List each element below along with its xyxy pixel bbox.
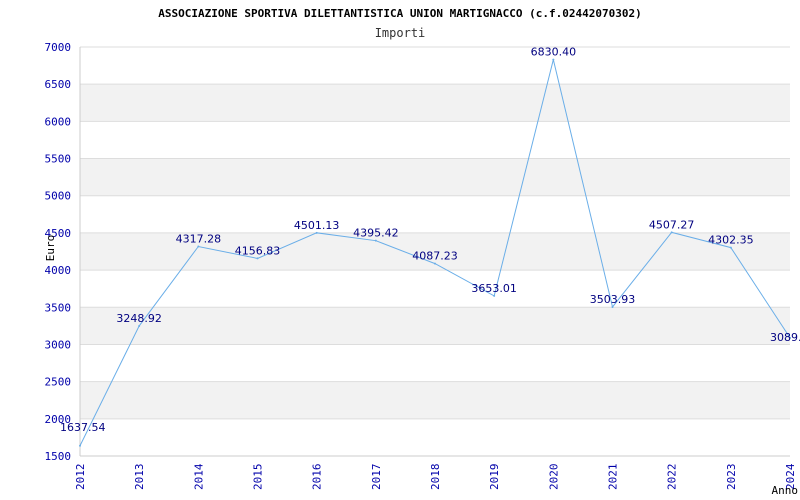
y-tick-label: 3000 bbox=[45, 338, 72, 351]
x-tick-label: 2019 bbox=[488, 464, 501, 490]
y-tick-label: 2500 bbox=[45, 376, 72, 389]
data-point bbox=[256, 257, 259, 260]
y-tick-label: 3500 bbox=[45, 301, 72, 314]
grid-band bbox=[80, 84, 790, 122]
data-label: 4507.27 bbox=[649, 218, 695, 231]
x-tick-label: 2021 bbox=[607, 464, 620, 491]
grid-band bbox=[80, 307, 790, 345]
data-point bbox=[138, 324, 141, 327]
data-point bbox=[79, 444, 81, 447]
y-tick-label: 7000 bbox=[45, 41, 72, 54]
grid-band bbox=[80, 381, 790, 419]
data-label: 6830.40 bbox=[531, 46, 577, 59]
chart-title: ASSOCIAZIONE SPORTIVA DILETTANTISTICA UN… bbox=[158, 7, 641, 20]
x-tick-label: 2022 bbox=[666, 464, 679, 491]
x-axis-ticks: 2012 2013 2014 2015 2016 2017 2018 2019 2020 2021… bbox=[74, 463, 797, 490]
data-point bbox=[729, 246, 732, 249]
data-label: 4156.83 bbox=[235, 244, 281, 257]
x-tick-label: 2013 bbox=[133, 464, 146, 491]
data-label: 1637.54 bbox=[60, 421, 106, 434]
y-axis-label: Euro bbox=[44, 235, 57, 262]
x-tick-label: 2015 bbox=[252, 464, 265, 491]
line-chart: 1500200025003000350040004500500055006000… bbox=[44, 7, 800, 497]
data-label: 4317.28 bbox=[176, 232, 222, 245]
x-tick-label: 2023 bbox=[725, 464, 738, 491]
y-tick-label: 5500 bbox=[45, 153, 72, 166]
x-tick-label: 2017 bbox=[370, 464, 383, 491]
data-label: 4087.23 bbox=[412, 250, 458, 263]
y-tick-label: 6000 bbox=[45, 115, 72, 128]
data-point bbox=[315, 231, 318, 234]
data-label: 3503.93 bbox=[590, 293, 636, 306]
data-label: 4501.13 bbox=[294, 219, 340, 232]
x-axis-label: Anno bbox=[772, 484, 799, 497]
data-label: 3248.92 bbox=[116, 312, 162, 325]
chart-subtitle: Importi bbox=[375, 26, 426, 40]
y-tick-label: 5000 bbox=[45, 190, 72, 203]
x-tick-label: 2018 bbox=[429, 464, 442, 491]
data-point bbox=[552, 58, 555, 61]
data-point bbox=[434, 262, 436, 265]
x-tick-label: 2020 bbox=[547, 464, 560, 491]
data-label: 4395.42 bbox=[353, 227, 399, 240]
data-label: 4302.35 bbox=[708, 234, 754, 247]
data-point bbox=[197, 245, 200, 248]
y-tick-label: 4000 bbox=[45, 264, 72, 277]
y-tick-label: 1500 bbox=[45, 450, 72, 463]
x-tick-label: 2012 bbox=[74, 464, 87, 491]
data-label: 3653.01 bbox=[471, 282, 517, 295]
data-label: 3089.7 bbox=[770, 331, 800, 344]
data-point bbox=[374, 239, 377, 242]
grid-band bbox=[80, 158, 790, 196]
y-tick-label: 6500 bbox=[45, 78, 72, 91]
data-point bbox=[670, 231, 673, 234]
data-point bbox=[493, 294, 496, 297]
data-point bbox=[611, 305, 614, 308]
x-tick-label: 2016 bbox=[311, 464, 324, 491]
x-tick-label: 2014 bbox=[192, 463, 205, 490]
